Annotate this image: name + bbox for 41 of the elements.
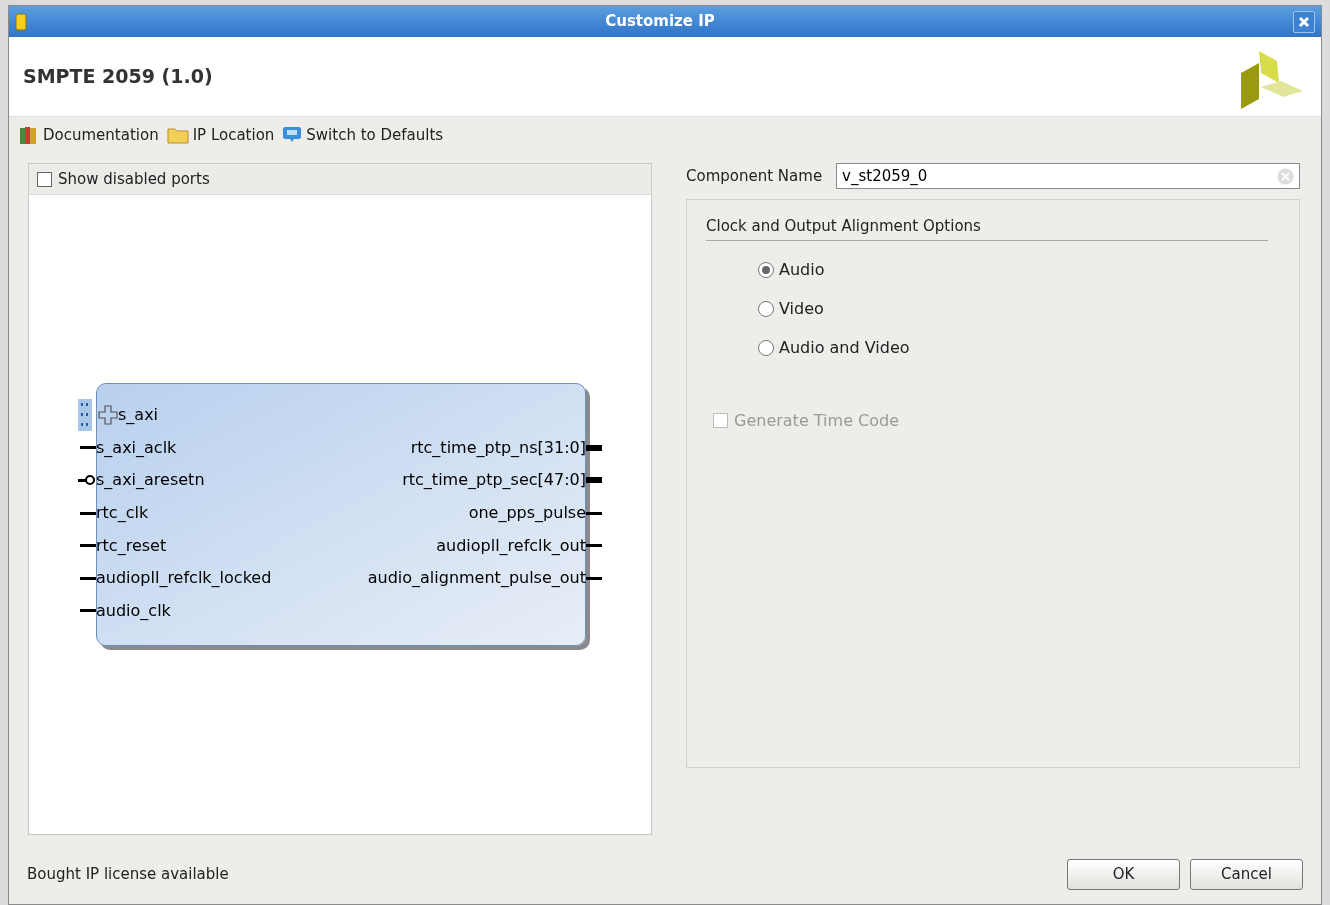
status-text: Bought IP license available (27, 863, 229, 885)
port-label: rtc_clk (96, 502, 149, 525)
radio-label: Audio (779, 258, 825, 281)
component-name-field[interactable]: v_st2059_0 (836, 163, 1300, 189)
toolbar-button[interactable]: IP Location (166, 123, 275, 147)
field-label: Component Name (686, 165, 823, 187)
checkbox-label: Show disabled ports (58, 168, 210, 190)
port-label: audio_clk (96, 599, 171, 622)
checkbox-label: Generate Time Code (734, 409, 899, 432)
radio-label: Audio and Video (779, 336, 910, 359)
inverted-pin-icon (78, 474, 96, 487)
port-label: audio_alignment_pulse_out (367, 567, 586, 590)
radio-button[interactable] (758, 261, 774, 278)
checkbox[interactable] (37, 171, 52, 187)
close-button[interactable] (1293, 10, 1315, 33)
group-title: Clock and Output Alignment Options (706, 215, 1268, 241)
port-label: s_axi_aclk (96, 436, 177, 459)
app-icon (15, 12, 27, 31)
dialog-button[interactable]: Cancel (1190, 858, 1303, 890)
window-title: Customize IP (604, 11, 716, 33)
folder-icon (166, 126, 189, 144)
dialog-button[interactable]: OK (1067, 858, 1180, 890)
radio-label: Video (779, 297, 824, 320)
port-label: s_axi (118, 404, 159, 427)
radio-button[interactable] (758, 339, 774, 356)
port-label: rtc_time_ptp_sec[47:0] (402, 469, 586, 492)
toolbar-button[interactable]: Switch to Defaults (282, 123, 444, 147)
port-label: audiopll_refclk_out (436, 534, 586, 557)
port-label: one_pps_pulse (468, 502, 586, 525)
toolbar-button[interactable]: Documentation (19, 123, 159, 147)
clear-icon (1277, 167, 1294, 185)
plus-icon (98, 405, 118, 426)
port-label: rtc_reset (96, 534, 167, 557)
close-icon (1298, 15, 1310, 28)
port-label: s_axi_aresetn (96, 469, 205, 492)
radio-button[interactable] (758, 300, 774, 317)
port-label: audiopll_refclk_locked (96, 567, 272, 590)
bus-handle-icon (78, 399, 92, 432)
books-icon (19, 125, 39, 145)
port-label: rtc_time_ptp_ns[31:0] (410, 436, 586, 459)
ip-title: SMPTE 2059 (1.0) (23, 64, 213, 90)
